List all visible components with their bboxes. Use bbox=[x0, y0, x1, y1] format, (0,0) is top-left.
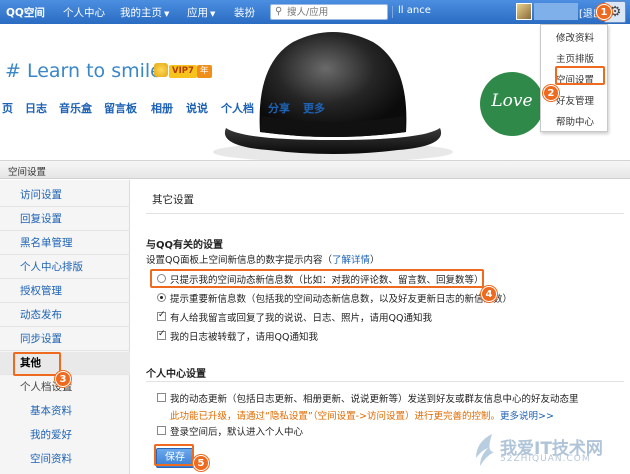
highlight-option-dynamic-only bbox=[150, 269, 484, 288]
search-box[interactable]: ⚲ bbox=[270, 4, 388, 20]
checkbox-notify-reply[interactable] bbox=[157, 310, 166, 321]
avatar[interactable] bbox=[516, 3, 532, 20]
nav-decorate[interactable]: 装扮 bbox=[234, 5, 255, 20]
qq-section-description: 设置QQ面板上空间新信息的数字提示内容（了解详情） bbox=[146, 255, 380, 266]
sidebar-item-access[interactable]: 访问设置 bbox=[0, 184, 130, 207]
chevron-down-icon: ▼ bbox=[164, 10, 170, 18]
love-badge: Love bbox=[480, 72, 544, 136]
panel-header: 空间设置 bbox=[0, 161, 630, 179]
step-badge-2: 2 bbox=[543, 85, 559, 101]
username-display[interactable]: ll ance bbox=[398, 5, 431, 16]
sidebar-subitem-basic-info[interactable]: 基本资料 bbox=[0, 400, 130, 423]
learn-more-link[interactable]: 了解详情 bbox=[332, 255, 370, 266]
top-navigation-bar: QQ空间 个人中心 我的主页▼ 应用▼ 装扮 ⚲ ll ance [退出] ⚙ … bbox=[0, 0, 630, 35]
highlight-save-button bbox=[154, 444, 194, 466]
profile-banner: # Learn to smile VIP7 年 Love 页 日志 音乐盒 留言… bbox=[0, 24, 630, 160]
more-info-link[interactable]: 更多说明>> bbox=[500, 411, 554, 422]
option-label: 提示重要新信息数（包括我的空间动态新信息数，以及好友更新日志的新信息数） bbox=[170, 294, 513, 305]
sidebar-item-authorization[interactable]: 授权管理 bbox=[0, 280, 130, 303]
highlight-sidebar-other bbox=[13, 352, 61, 376]
vip-level-badge[interactable]: VIP7 bbox=[169, 65, 197, 78]
panel-title: 空间设置 bbox=[8, 167, 47, 178]
sidebar-item-reply[interactable]: 回复设置 bbox=[0, 208, 130, 231]
option-label: 登录空间后，默认进入个人中心 bbox=[170, 427, 304, 438]
content-title: 其它设置 bbox=[152, 194, 194, 206]
step-badge-3: 3 bbox=[55, 371, 71, 387]
tab-home[interactable]: 页 bbox=[2, 100, 13, 116]
checkbox-default-center[interactable] bbox=[157, 426, 166, 435]
search-icon: ⚲ bbox=[275, 6, 283, 17]
nav-apps[interactable]: 应用 ▼ bbox=[187, 5, 215, 20]
qzone-logo[interactable]: QQ空间 bbox=[6, 5, 45, 20]
option-label: 我的动态更新（包括日志更新、相册更新、说说更新等）发送到好友或群友信息中心的好友… bbox=[170, 394, 579, 405]
sidebar-item-sync[interactable]: 同步设置 bbox=[0, 328, 130, 351]
settings-sidebar: 访问设置 回复设置 黑名单管理 个人中心排版 授权管理 动态发布 同步设置 其他… bbox=[0, 180, 130, 474]
option-label: 我的日志被转载了，请用QQ通知我 bbox=[170, 332, 318, 343]
search-input[interactable] bbox=[287, 6, 383, 18]
bowler-hat-image bbox=[213, 32, 453, 160]
tab-guestbook[interactable]: 留言板 bbox=[104, 100, 137, 116]
sidebar-item-feed-publish[interactable]: 动态发布 bbox=[0, 304, 130, 327]
settings-panel: 空间设置 访问设置 回复设置 黑名单管理 个人中心排版 授权管理 动态发布 同步… bbox=[0, 160, 630, 474]
step-badge-1: 1 bbox=[596, 4, 612, 20]
tab-blog[interactable]: 日志 bbox=[25, 100, 47, 116]
sidebar-subitem-space-info[interactable]: 空间资料 bbox=[0, 448, 130, 471]
center-section-heading: 个人中心设置 bbox=[146, 369, 206, 380]
site-watermark: 我爱IT技术网 52ZHIQUAN.COM bbox=[470, 430, 630, 474]
sidebar-item-center-layout[interactable]: 个人中心排版 bbox=[0, 256, 130, 279]
tab-more[interactable]: 更多 bbox=[303, 100, 325, 116]
highlight-space-settings bbox=[555, 66, 605, 85]
chevron-down-icon: ▼ bbox=[210, 10, 216, 18]
sidebar-item-blacklist[interactable]: 黑名单管理 bbox=[0, 232, 130, 255]
menu-item-layout[interactable]: 主页排版 bbox=[541, 51, 609, 65]
divider bbox=[146, 381, 624, 382]
space-slogan: # Learn to smile bbox=[5, 60, 162, 82]
option-label: 有人给我留言或回复了我的说说、日志、照片，请用QQ通知我 bbox=[170, 313, 432, 324]
tab-album[interactable]: 相册 bbox=[151, 100, 173, 116]
nickname-box[interactable] bbox=[534, 3, 578, 20]
menu-item-edit-profile[interactable]: 修改资料 bbox=[541, 30, 609, 44]
checkbox-notify-repost[interactable] bbox=[157, 329, 166, 340]
menu-item-help-center[interactable]: 帮助中心 bbox=[541, 114, 609, 128]
divider bbox=[146, 213, 624, 214]
vip-diamond-icon bbox=[154, 63, 168, 77]
watermark-url: 52ZHIQUAN.COM bbox=[500, 454, 591, 464]
tab-profile[interactable]: 个人档 bbox=[221, 100, 254, 116]
radio-important-updates[interactable] bbox=[157, 293, 166, 302]
sidebar-subitem-hobbies[interactable]: 我的爱好 bbox=[0, 424, 130, 447]
wing-logo-icon bbox=[476, 434, 494, 466]
step-badge-5: 5 bbox=[193, 455, 209, 471]
checkbox-send-updates[interactable] bbox=[157, 393, 166, 402]
upgrade-notice: 此功能已升级，请通过“隐私设置”（空间设置->访问设置）进行更完善的控制。更多说… bbox=[170, 411, 554, 422]
nav-personal-center[interactable]: 个人中心 bbox=[63, 5, 105, 20]
tab-share[interactable]: 分享 bbox=[268, 100, 290, 116]
divider bbox=[392, 6, 393, 18]
nav-my-homepage[interactable]: 我的主页 ▼ bbox=[120, 5, 169, 20]
qq-section-heading: 与QQ有关的设置 bbox=[146, 240, 224, 251]
tab-music[interactable]: 音乐盒 bbox=[59, 100, 92, 116]
step-badge-4: 4 bbox=[481, 286, 497, 302]
tab-shuoshuo[interactable]: 说说 bbox=[186, 100, 208, 116]
